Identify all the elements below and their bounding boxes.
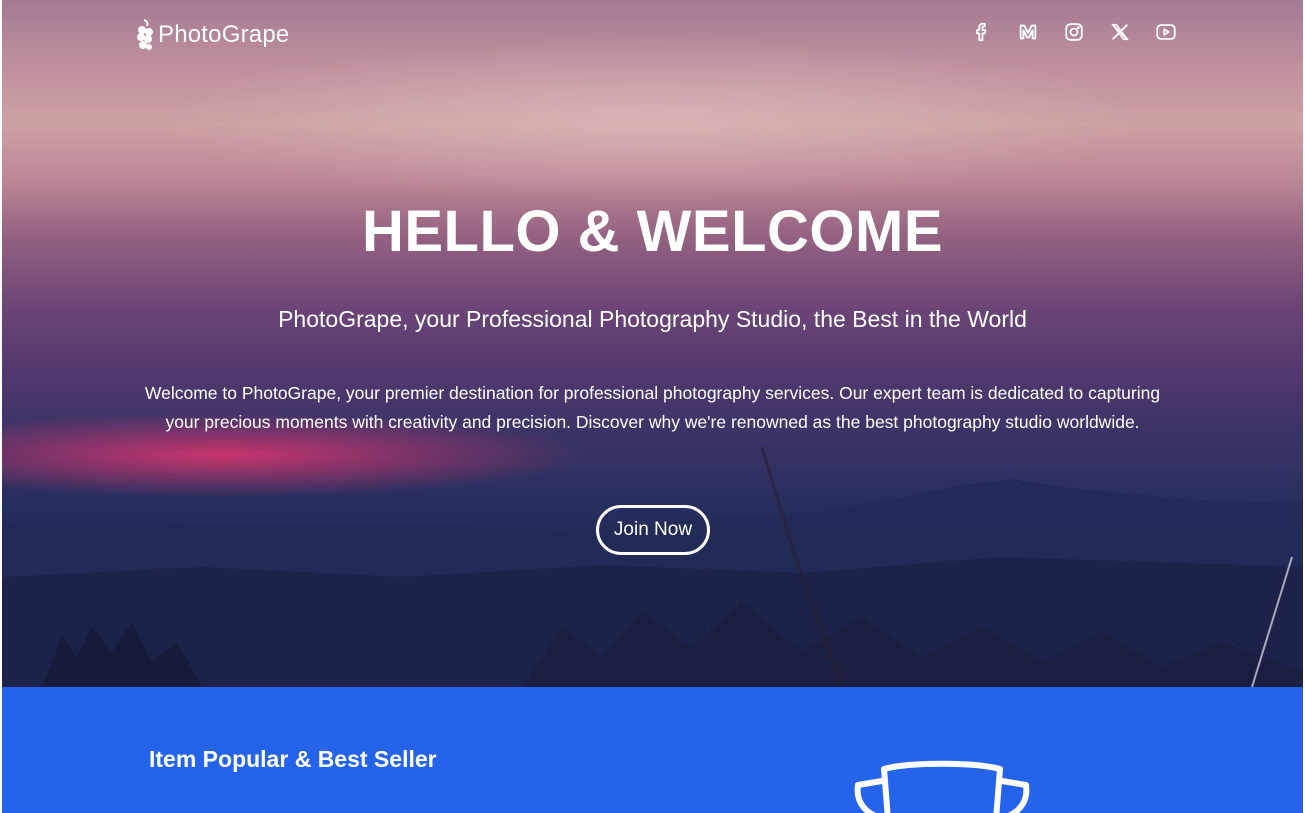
instagram-link[interactable] bbox=[1062, 20, 1086, 44]
brand-logo[interactable]: PhotoGrape bbox=[135, 18, 289, 52]
social-links bbox=[970, 20, 1178, 44]
trophy-icon bbox=[854, 760, 1030, 813]
hero-section: PhotoGrape HELLO & WELCOME PhotoGrape, y… bbox=[2, 0, 1303, 687]
facebook-link[interactable] bbox=[970, 20, 994, 44]
popular-section: Item Popular & Best Seller bbox=[2, 687, 1303, 813]
join-now-button[interactable]: Join Now bbox=[596, 505, 710, 555]
hero-title: HELLO & WELCOME bbox=[361, 199, 943, 264]
facebook-icon bbox=[976, 22, 987, 42]
x-icon bbox=[1111, 23, 1129, 41]
grape-logo-icon bbox=[137, 19, 153, 50]
popular-section-title: Item Popular & Best Seller bbox=[149, 746, 437, 772]
x-link[interactable] bbox=[1108, 20, 1132, 44]
hero-subtitle: PhotoGrape, your Professional Photograph… bbox=[278, 306, 1027, 332]
hero-description: Welcome to PhotoGrape, your premier dest… bbox=[144, 383, 1161, 432]
medium-icon bbox=[1019, 24, 1037, 40]
brand-name: PhotoGrape bbox=[158, 21, 290, 48]
medium-link[interactable] bbox=[1016, 20, 1040, 44]
youtube-icon bbox=[1156, 24, 1176, 40]
navbar: PhotoGrape bbox=[2, 0, 1303, 72]
hero-landscape-image bbox=[2, 446, 1303, 687]
instagram-icon bbox=[1065, 23, 1083, 41]
youtube-link[interactable] bbox=[1154, 20, 1178, 44]
page: PhotoGrape HELLO & WELCOME PhotoGrape, y… bbox=[0, 0, 1305, 813]
